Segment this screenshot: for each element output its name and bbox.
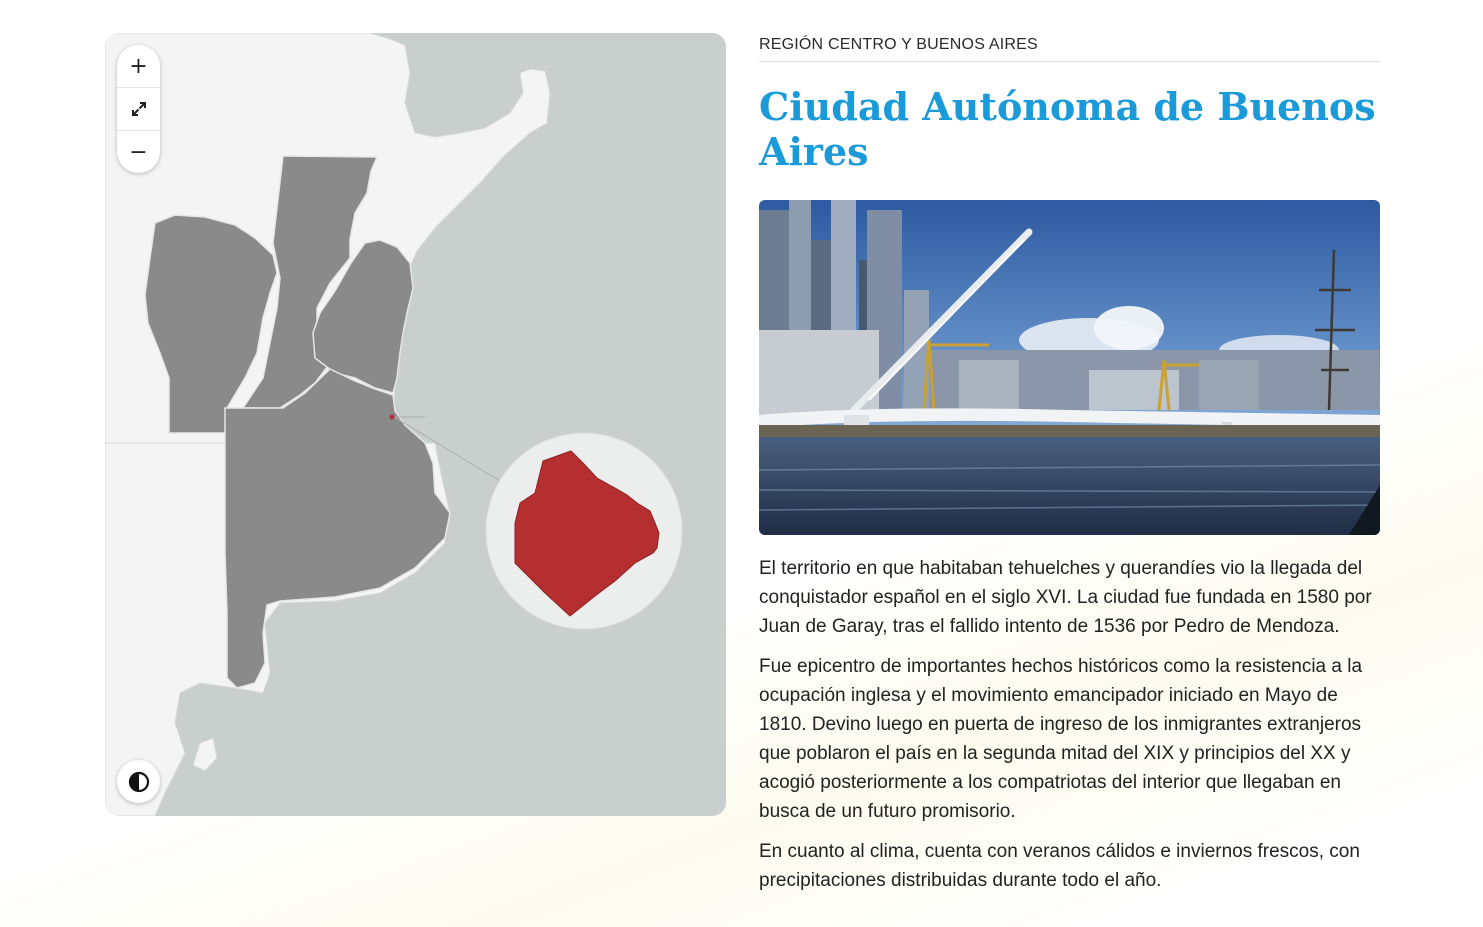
map-canvas[interactable] <box>105 33 726 816</box>
zoom-in-button[interactable]: + <box>117 45 160 87</box>
article-paragraph: En cuanto al clima, cuenta con veranos c… <box>759 841 1360 891</box>
page-title: Ciudad Autónoma de Buenos Aires <box>759 84 1376 174</box>
city-photo <box>759 200 1380 535</box>
region-label: REGIÓN CENTRO Y BUENOS AIRES <box>759 33 1380 62</box>
contrast-toggle-button[interactable] <box>117 760 160 803</box>
expand-icon <box>131 102 146 116</box>
zoom-controls: + − <box>117 45 160 173</box>
article-paragraph: El territorio en que habitaban tehuelche… <box>759 558 1372 637</box>
fullscreen-button[interactable] <box>117 87 160 130</box>
zoom-out-button[interactable]: − <box>117 130 160 173</box>
contrast-icon <box>128 771 149 792</box>
article-panel: REGIÓN CENTRO Y BUENOS AIRES Ciudad Autó… <box>759 33 1380 895</box>
map-panel[interactable] <box>105 33 726 816</box>
city-photo-illustration <box>759 200 1380 535</box>
caba-marker[interactable] <box>389 414 395 420</box>
article-paragraph: Fue epicentro de importantes hechos hist… <box>759 656 1363 822</box>
